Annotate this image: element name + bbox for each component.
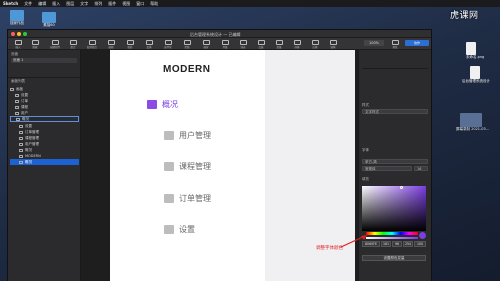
menu-item[interactable]: 文件 [24, 1, 32, 7]
close-button[interactable] [11, 32, 15, 36]
menu-item[interactable]: 插件 [108, 1, 116, 7]
sketch-file-icon [470, 66, 480, 79]
font-section-label: 字体 [362, 148, 369, 152]
menu-item[interactable]: 帮助 [150, 1, 158, 7]
page-item[interactable]: 页面 1 [11, 58, 77, 63]
fill-label: 填充 [362, 177, 369, 181]
annotation-text: 调整字体颜色 [316, 246, 343, 251]
minimize-button[interactable] [17, 32, 21, 36]
desktop-folder[interactable]: 独家作品 [10, 10, 24, 26]
zoom-button[interactable] [23, 32, 27, 36]
menu-item[interactable]: 窗口 [136, 1, 144, 7]
nav-item-overview[interactable]: 概况 [147, 99, 178, 110]
layers-header: 画板列表 [11, 79, 25, 83]
menu-item[interactable]: 编辑 [38, 1, 46, 7]
color-picker-handle[interactable] [400, 186, 403, 189]
toolbar-button[interactable]: 预览 [388, 39, 402, 49]
layer-row[interactable]: 概况 [10, 116, 79, 122]
toolbar-button[interactable]: 插入 [11, 39, 25, 49]
text-style-select[interactable]: 文字样式 [362, 109, 428, 114]
toolbar-button[interactable]: 减去 [236, 39, 250, 49]
font-family-select[interactable]: 苹方-简 [362, 159, 428, 164]
share-button[interactable]: 协作 [405, 40, 429, 46]
red-input[interactable]: 161 [381, 241, 391, 247]
toolbar-button[interactable]: 扁平化 [161, 39, 175, 49]
layer-row-selected[interactable]: 概况 [10, 159, 79, 165]
style-label: 样式 [362, 103, 369, 107]
nav-item-courses[interactable]: 课程管理 [164, 161, 211, 172]
settings-icon [164, 225, 174, 234]
toolbar-button[interactable]: 蒙版 [180, 39, 194, 49]
toolbar-button[interactable]: 并集 [218, 39, 232, 49]
color-values-row: 8060FE 161 96 254 100 [362, 241, 426, 247]
alpha-slider[interactable] [366, 237, 418, 239]
color-picker-field[interactable] [362, 186, 426, 231]
desktop-folder[interactable]: 素描60 [42, 12, 56, 28]
alignment-row [362, 53, 428, 69]
toolbar-button[interactable]: 缩放 [199, 39, 213, 49]
menu-item[interactable]: 插入 [52, 1, 60, 7]
menu-item[interactable]: 视图 [122, 1, 130, 7]
toolbar-button[interactable]: 组合 [66, 39, 80, 49]
pages-header: 页面 [11, 52, 18, 56]
artboard[interactable]: MODERN 概况 用户管理 课程管理 订单管理 设置 [110, 50, 265, 281]
toolbar: 插入 数据 创建组件 组合 取消组合 编辑 旋转 变换 扁平化 蒙版 缩放 并集… [8, 38, 431, 50]
toolbar-button[interactable]: 取消组合 [85, 39, 99, 49]
color-swatch[interactable] [419, 232, 426, 239]
menu-item[interactable]: 图层 [66, 1, 74, 7]
toolbar-button[interactable]: 前移 [290, 39, 304, 49]
zoom-select[interactable]: 100% [364, 40, 384, 46]
menu-bar: Sketch 文件 编辑 插入 图层 文字 排列 插件 视图 窗口 帮助 [0, 0, 500, 7]
nav-item-users[interactable]: 用户管理 [164, 130, 211, 141]
annotation-arrow [340, 235, 367, 248]
font-weight-select[interactable]: 常规体 [362, 166, 412, 171]
toolbar-button[interactable]: 交集 [254, 39, 268, 49]
folder-icon [42, 12, 56, 23]
dashboard-icon [147, 100, 157, 109]
divider [8, 77, 80, 78]
toolbar-button[interactable]: 旋转 [123, 39, 137, 49]
alpha-input[interactable]: 100 [414, 241, 426, 247]
order-icon [164, 194, 174, 203]
blue-input[interactable]: 254 [403, 241, 413, 247]
toolbar-button[interactable]: 镜像 [326, 39, 340, 49]
file-icon [466, 42, 476, 55]
title-bar: 后台管理系统设计 — 已编辑 [8, 30, 431, 38]
font-size-input[interactable]: 16 [414, 166, 428, 171]
course-icon [164, 162, 174, 171]
toolbar-button[interactable]: 变换 [142, 39, 156, 49]
nav-item-settings[interactable]: 设置 [164, 224, 195, 235]
menu-item[interactable]: 文字 [80, 1, 88, 7]
video-thumbnail-icon [460, 113, 482, 127]
watermark: 虎课网 [450, 11, 479, 21]
color-variable-button[interactable]: 设置颜色变量 [362, 255, 426, 261]
toolbar-button[interactable]: 创建组件 [48, 39, 62, 49]
toolbar-button[interactable]: 编辑 [104, 39, 118, 49]
desktop-file[interactable]: 未命名.png [466, 42, 484, 60]
desktop-file[interactable]: 后台管理系统设计 [462, 66, 490, 84]
logo-text: MODERN [163, 64, 211, 75]
toolbar-button[interactable]: 差集 [272, 39, 286, 49]
window-title: 后台管理系统设计 — 已编辑 [190, 31, 241, 37]
menu-item[interactable]: 排列 [94, 1, 102, 7]
layers-panel: 页面 页面 1 画板列表 画板 设置 订单 课程 用户 概况 设置 订单管理 课… [8, 50, 81, 281]
folder-icon [10, 10, 24, 21]
menu-app-name[interactable]: Sketch [3, 1, 18, 6]
green-input[interactable]: 96 [392, 241, 402, 247]
toolbar-button[interactable]: 数据 [28, 39, 42, 49]
toolbar-button[interactable]: 后移 [308, 39, 322, 49]
desktop-file[interactable]: 屏幕录制 2021-03... [456, 113, 489, 132]
user-icon [164, 131, 174, 140]
hue-slider[interactable] [366, 232, 418, 235]
nav-item-orders[interactable]: 订单管理 [164, 193, 211, 204]
